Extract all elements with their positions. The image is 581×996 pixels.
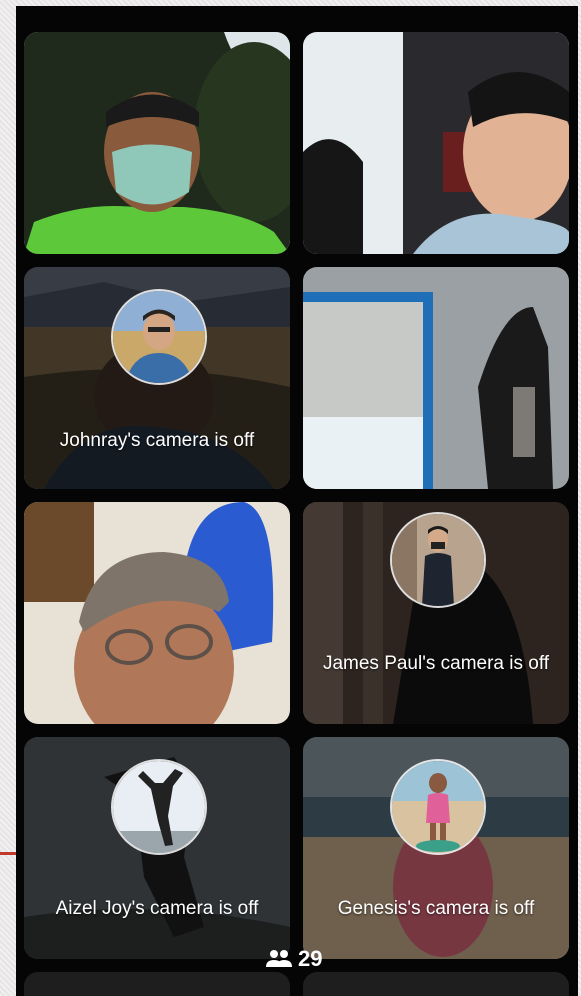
participant-camera-off-tile[interactable]: James Paul's camera is off: [303, 502, 569, 724]
people-icon: [266, 949, 292, 969]
avatar: [111, 759, 207, 855]
participant-video-tile[interactable]: [303, 32, 569, 254]
participant-video-tile[interactable]: [24, 502, 290, 724]
avatar: [390, 512, 486, 608]
video-feed: [303, 267, 569, 489]
participant-count: 29: [298, 946, 323, 971]
participant-video-tile[interactable]: [303, 267, 569, 489]
video-feed: [24, 32, 290, 254]
camera-off-label: Aizel Joy's camera is off: [55, 898, 259, 919]
camera-off-label: James Paul's camera is off: [322, 653, 550, 674]
participant-tile-partial[interactable]: [24, 972, 290, 996]
video-feed: [303, 32, 569, 254]
participant-camera-off-tile[interactable]: Genesis's camera is off: [303, 737, 569, 959]
camera-off-label: Genesis's camera is off: [337, 898, 535, 919]
participant-camera-off-tile[interactable]: Aizel Joy's camera is off: [24, 737, 290, 959]
participant-count-button[interactable]: 29: [266, 946, 322, 972]
video-feed: [24, 502, 290, 724]
avatar: [390, 759, 486, 855]
participant-video-tile[interactable]: [24, 32, 290, 254]
avatar: [111, 289, 207, 385]
camera-off-label: Johnray's camera is off: [59, 430, 255, 451]
video-call-screen: Johnray's camera is off James Paul's cam…: [16, 6, 578, 996]
participant-tile-partial[interactable]: [303, 972, 569, 996]
participant-camera-off-tile[interactable]: Johnray's camera is off: [24, 267, 290, 489]
